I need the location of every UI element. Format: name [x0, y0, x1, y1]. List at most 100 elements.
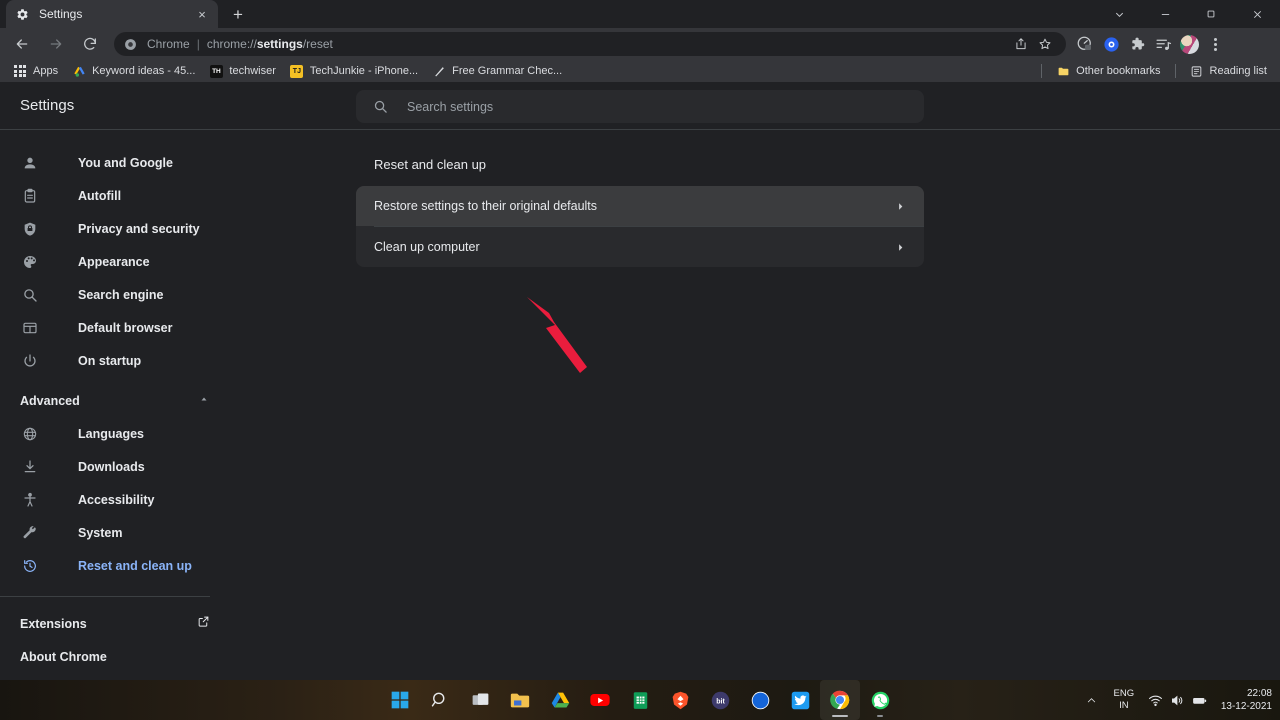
url-suffix: /reset	[302, 37, 333, 51]
blue-circle-extension-icon[interactable]	[1098, 30, 1124, 58]
sidebar-item-you-and-google[interactable]: You and Google	[0, 146, 230, 179]
browser-tab-settings[interactable]: Settings ×	[6, 0, 218, 28]
sidebar-item-search-engine[interactable]: Search engine	[0, 278, 230, 311]
search-input[interactable]	[389, 99, 924, 114]
history-restore-icon	[20, 556, 40, 576]
sidebar-advanced-toggle[interactable]: Advanced	[0, 384, 230, 417]
sidebar-item-appearance[interactable]: Appearance	[0, 245, 230, 278]
other-bookmarks-folder[interactable]: Other bookmarks	[1049, 61, 1167, 81]
bookmark-techjunkie[interactable]: TJ TechJunkie - iPhone...	[283, 61, 425, 81]
back-icon[interactable]	[7, 29, 37, 59]
sidebar-item-downloads[interactable]: Downloads	[0, 450, 230, 483]
divider	[1041, 64, 1043, 78]
reading-list-icon	[1190, 64, 1204, 78]
url-prefix: chrome://	[206, 37, 257, 51]
share-icon[interactable]	[1010, 33, 1032, 55]
task-view-button[interactable]	[460, 680, 500, 720]
google-drive[interactable]	[540, 680, 580, 720]
settings-page: Settings You and Google Autofill	[0, 82, 1280, 680]
bookmark-label: Other bookmarks	[1076, 65, 1161, 77]
google-sheets[interactable]	[620, 680, 660, 720]
google-chrome[interactable]	[820, 680, 860, 720]
whatsapp[interactable]	[860, 680, 900, 720]
chevron-up-icon[interactable]	[1081, 680, 1103, 720]
twitter[interactable]	[780, 680, 820, 720]
window-controls	[1096, 0, 1280, 28]
bookmark-label: Keyword ideas - 45...	[92, 65, 196, 77]
search-settings-box[interactable]	[356, 90, 924, 123]
row-clean-up-computer[interactable]: Clean up computer	[356, 227, 924, 267]
omnibox-url: chrome://settings/reset	[207, 37, 333, 51]
folder-icon	[1056, 64, 1070, 78]
bookmark-keyword-ideas[interactable]: Keyword ideas - 45...	[65, 61, 202, 81]
sidebar-item-on-startup[interactable]: On startup	[0, 344, 230, 377]
shield-icon	[20, 219, 40, 239]
windows-taskbar: bit ENG IN 22:08 13-12-2021	[0, 680, 1280, 720]
new-tab-button[interactable]: +	[224, 0, 252, 28]
chrome-menu-icon[interactable]	[1202, 30, 1228, 58]
sidebar-item-languages[interactable]: Languages	[0, 417, 230, 450]
bookmark-label: techwiser	[229, 65, 276, 77]
close-icon[interactable]	[1234, 0, 1280, 28]
language-indicator[interactable]: ENG IN	[1107, 688, 1141, 712]
reload-icon[interactable]	[75, 29, 105, 59]
bitly[interactable]: bit	[700, 680, 740, 720]
gear-icon	[14, 6, 30, 22]
sidebar-item-extensions[interactable]: Extensions	[0, 607, 230, 640]
sidebar-item-label: You and Google	[78, 155, 173, 170]
sidebar-item-system[interactable]: System	[0, 516, 230, 549]
tab-title: Settings	[39, 7, 83, 21]
search-button[interactable]	[420, 680, 460, 720]
battery-icon[interactable]	[1189, 680, 1211, 720]
sidebar-item-default-browser[interactable]: Default browser	[0, 311, 230, 344]
puzzle-extensions-icon[interactable]	[1124, 30, 1150, 58]
language-line-2: IN	[1119, 700, 1129, 711]
omnibox-separator: |	[196, 37, 200, 51]
star-icon[interactable]	[1034, 33, 1056, 55]
minimize-icon[interactable]	[1142, 0, 1188, 28]
page-title: Settings	[20, 97, 75, 114]
grammarly-icon	[432, 64, 446, 78]
close-icon[interactable]: ×	[194, 6, 210, 22]
wifi-icon[interactable]	[1145, 680, 1167, 720]
techjunkie-icon: TJ	[290, 64, 304, 78]
reading-list-button[interactable]: Reading list	[1183, 61, 1274, 81]
language-line-1: ENG	[1113, 688, 1135, 699]
toolbar-actions	[1072, 30, 1233, 58]
reading-list-icon[interactable]	[1150, 30, 1176, 58]
brave-browser[interactable]	[660, 680, 700, 720]
sidebar-item-reset-and-clean-up[interactable]: Reset and clean up	[0, 549, 230, 582]
bookmark-grammarly[interactable]: Free Grammar Chec...	[425, 61, 569, 81]
system-tray: ENG IN 22:08 13-12-2021	[1081, 680, 1280, 720]
url-bold-part: settings	[256, 37, 303, 51]
maximize-icon[interactable]	[1188, 0, 1234, 28]
sidebar-item-privacy-and-security[interactable]: Privacy and security	[0, 212, 230, 245]
clock[interactable]: 22:08 13-12-2021	[1221, 687, 1272, 713]
row-restore-settings[interactable]: Restore settings to their original defau…	[356, 186, 924, 226]
bookmark-apps[interactable]: Apps	[6, 61, 65, 81]
address-bar[interactable]: Chrome | chrome://settings/reset	[114, 32, 1066, 56]
wrench-icon	[20, 523, 40, 543]
bookmark-techwiser[interactable]: TH techwiser	[202, 61, 282, 81]
profile-avatar[interactable]	[1176, 30, 1202, 58]
browser-toolbar: Chrome | chrome://settings/reset	[0, 28, 1280, 60]
forward-icon[interactable]	[41, 29, 71, 59]
download-icon	[20, 457, 40, 477]
blue-app[interactable]	[740, 680, 780, 720]
bookmark-label: TechJunkie - iPhone...	[309, 65, 419, 77]
start-button[interactable]	[380, 680, 420, 720]
chevron-up-icon	[198, 392, 210, 410]
volume-icon[interactable]	[1167, 680, 1189, 720]
sidebar-item-autofill[interactable]: Autofill	[0, 179, 230, 212]
chevron-right-icon	[895, 242, 906, 253]
sidebar-item-label: Search engine	[78, 287, 164, 302]
sidebar-divider	[0, 596, 210, 597]
sidebar-item-accessibility[interactable]: Accessibility	[0, 483, 230, 516]
youtube[interactable]	[580, 680, 620, 720]
tab-strip: Settings × +	[0, 0, 1280, 28]
sidebar-item-about-chrome[interactable]: About Chrome	[0, 640, 230, 673]
tab-search-icon[interactable]	[1096, 0, 1142, 28]
file-explorer[interactable]	[500, 680, 540, 720]
sidebar-item-label: Accessibility	[78, 492, 155, 507]
speedometer-extension-icon[interactable]	[1072, 30, 1098, 58]
